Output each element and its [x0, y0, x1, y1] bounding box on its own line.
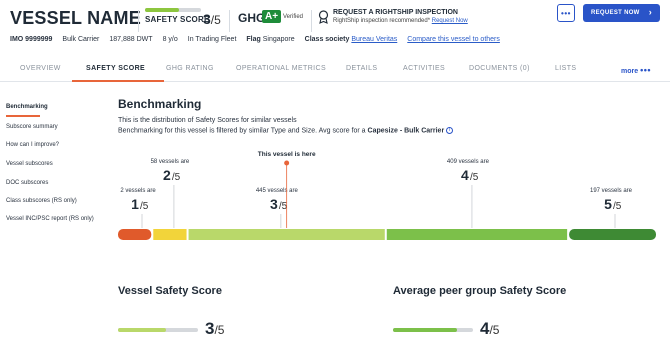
distribution-segment-3 — [188, 229, 385, 240]
vessel-count-label: 409 vessels are — [447, 159, 490, 165]
score-denominator: /5 — [470, 172, 479, 183]
vessel-safety-score-bar-fill — [118, 328, 166, 332]
vessel-safety-score-bar — [118, 328, 198, 332]
score-denominator: /5 — [140, 201, 149, 212]
score-label: 3 — [270, 196, 278, 212]
score-label: 1 — [131, 196, 139, 212]
vessel-safety-score-title: Vessel Safety Score — [118, 285, 222, 297]
vessel-count-label: 197 vessels are — [590, 188, 633, 194]
distribution-segment-5 — [569, 229, 656, 240]
distribution-segment-2 — [153, 229, 187, 240]
score-denominator: /5 — [613, 201, 622, 212]
vessel-count-label: 58 vessels are — [151, 159, 190, 165]
vessel-safety-score-value: 3/5 — [205, 319, 224, 339]
distribution-segment-4 — [386, 229, 568, 240]
distribution-segment-1 — [118, 229, 152, 240]
peer-safety-score-denominator: /5 — [489, 323, 500, 337]
benchmark-distribution-chart: 2 vessels are 1/5 58 vessels are 2/5 445 ves… — [118, 151, 656, 240]
vessel-safety-score-denominator: /5 — [214, 323, 225, 337]
this-vessel-label: This vessel is here — [258, 151, 316, 158]
peer-safety-score-title: Average peer group Safety Score — [393, 285, 567, 297]
this-vessel-marker — [284, 160, 290, 166]
score-label: 2 — [163, 167, 171, 183]
peer-safety-score-bar — [393, 328, 473, 332]
score-label: 5 — [604, 196, 612, 212]
peer-safety-score-value: 4/5 — [480, 319, 499, 339]
vessel-count-label: 2 vessels are — [120, 188, 156, 194]
score-denominator: /5 — [172, 172, 181, 183]
vessel-count-label: 445 vessels are — [256, 188, 299, 194]
peer-safety-score-bar-fill — [393, 328, 457, 332]
score-label: 4 — [461, 167, 469, 183]
